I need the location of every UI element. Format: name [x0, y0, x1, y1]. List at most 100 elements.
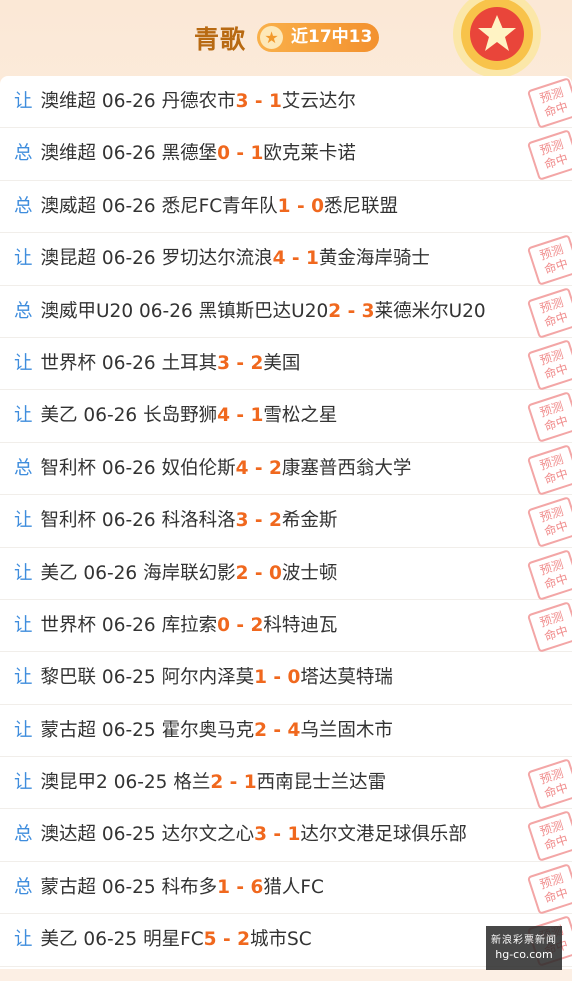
- match-home-team: 阿尔内泽莫: [161, 667, 255, 689]
- match-text: 让世界杯 06-26 库拉索0 - 2科特迪瓦: [14, 600, 337, 652]
- match-away-team: 美国: [263, 352, 301, 374]
- match-league: 澳达超: [40, 824, 97, 846]
- match-home-team: 霍尔奥马克: [161, 719, 255, 741]
- match-league: 美乙: [40, 405, 78, 427]
- match-league: 美乙: [40, 929, 78, 951]
- match-home-team: 罗切达尔流浪: [161, 248, 273, 270]
- match-text: 让美乙 06-25 明星FC5 - 2城市SC: [14, 914, 312, 966]
- match-date: 06-26: [101, 91, 156, 112]
- match-type: 让: [14, 929, 33, 951]
- match-row[interactable]: 总澳达超 06-25 达尔文之心3 - 1达尔文港足球俱乐部 预测 命中: [0, 809, 572, 863]
- match-row[interactable]: 让澳昆甲2 06-25 格兰2 - 1西南昆士兰达雷 预测 命中: [0, 757, 572, 810]
- match-home-team: 奴伯伦斯: [161, 457, 236, 479]
- match-type: 让: [14, 719, 33, 741]
- match-away-team: 黄金海岸骑士: [318, 248, 430, 270]
- match-row[interactable]: 总澳维超 06-26 黑德堡0 - 1欧克莱卡诺 预测 命中: [0, 128, 572, 182]
- match-list: 让澳维超 06-26 丹德农市3 - 1艾云达尔 预测 命中总澳维超 06-26 黑…: [0, 76, 572, 969]
- match-date: 06-25: [101, 876, 156, 898]
- prediction-hit-stamp: 预测命中: [526, 391, 572, 444]
- prediction-hit-stamp: 预测命中: [526, 234, 572, 286]
- match-score: 3 - 2: [235, 510, 282, 532]
- prediction-hit-stamp: 预测命中: [526, 443, 572, 496]
- match-away-team: 波士顿: [281, 562, 338, 584]
- match-date: 06-26: [139, 300, 193, 322]
- match-type: 让: [14, 562, 33, 584]
- prediction-hit-stamp: 预测命中: [526, 286, 572, 339]
- medal-star-icon: [453, 0, 541, 78]
- match-away-team: 欧克莱卡诺: [263, 143, 356, 165]
- match-away-team: 城市SC: [249, 929, 312, 951]
- match-row[interactable]: 让美乙 06-26 海岸联幻影2 - 0波士顿 预测 命中: [0, 548, 572, 601]
- match-league: 澳维超: [40, 91, 97, 112]
- match-date: 06-25: [101, 824, 156, 846]
- match-date: 06-26: [83, 405, 138, 427]
- record-badge-text: 近17中13: [291, 27, 373, 47]
- match-league: 澳威超: [40, 195, 97, 217]
- match-home-team: 科洛科洛: [161, 510, 236, 532]
- match-home-team: 库拉索: [161, 614, 218, 636]
- match-home-team: 科布多: [161, 876, 218, 898]
- match-away-team: 艾云达尔: [281, 91, 356, 112]
- match-row[interactable]: 让澳昆超 06-26 罗切达尔流浪4 - 1黄金海岸骑士 预测 命中: [0, 233, 572, 286]
- match-row[interactable]: 让澳维超 06-26 丹德农市3 - 1艾云达尔 预测 命中: [0, 76, 572, 129]
- match-away-team: 西南昆士兰达雷: [256, 772, 387, 794]
- match-score: 5 - 2: [203, 929, 250, 951]
- match-home-team: 长岛野狮: [143, 405, 218, 427]
- match-league: 蒙古超: [40, 876, 97, 898]
- match-date: 06-25: [101, 719, 156, 741]
- match-type: 让: [14, 352, 33, 374]
- match-home-team: 达尔文之心: [161, 824, 255, 846]
- match-type: 总: [14, 457, 33, 479]
- match-date: 06-26: [83, 562, 138, 584]
- match-league: 澳维超: [40, 143, 97, 165]
- match-row[interactable]: 让世界杯 06-26 土耳其3 - 2美国 预测 命中: [0, 338, 572, 391]
- match-away-team: 塔达莫特瑞: [300, 667, 393, 689]
- match-row[interactable]: 总澳威超 06-26 悉尼FC青年队1 - 0悉尼联盟: [0, 181, 572, 234]
- match-date: 06-26: [101, 248, 156, 270]
- match-type: 总: [14, 300, 33, 322]
- match-league: 世界杯: [40, 352, 97, 374]
- match-home-team: 明星FC: [143, 929, 204, 951]
- prediction-hit-stamp: 预测命中: [526, 601, 572, 653]
- match-date: 06-26: [101, 614, 156, 636]
- match-date: 06-26: [101, 352, 156, 374]
- match-text: 总澳维超 06-26 黑德堡0 - 1欧克莱卡诺: [14, 128, 356, 180]
- match-away-team: 悉尼联盟: [323, 195, 398, 217]
- match-text: 让澳昆甲2 06-25 格兰2 - 1西南昆士兰达雷: [14, 757, 386, 809]
- match-league: 黎巴联: [40, 667, 97, 689]
- star-icon: ★: [260, 26, 283, 49]
- match-row[interactable]: 让世界杯 06-26 库拉索0 - 2科特迪瓦 预测 命中: [0, 600, 572, 653]
- match-type: 总: [14, 824, 33, 846]
- match-home-team: 黑镇斯巴达U20: [198, 300, 329, 322]
- match-home-team: 海岸联幻影: [143, 562, 236, 584]
- match-score: 2 - 4: [254, 719, 301, 741]
- match-type: 让: [14, 91, 33, 112]
- match-text: 总澳威超 06-26 悉尼FC青年队1 - 0悉尼联盟: [14, 181, 398, 233]
- page-title: 青歌: [194, 25, 247, 54]
- match-score: 2 - 0: [235, 562, 282, 584]
- match-league: 蒙古超: [40, 719, 97, 741]
- prediction-hit-stamp: 预测命中: [526, 77, 572, 129]
- match-away-team: 乌兰固木市: [300, 719, 393, 741]
- match-row[interactable]: 让黎巴联 06-25 阿尔内泽莫1 - 0塔达莫特瑞: [0, 652, 572, 705]
- prediction-hit-stamp: 预测命中: [526, 548, 572, 601]
- match-type: 总: [14, 876, 33, 898]
- match-text: 总智利杯 06-26 奴伯伦斯4 - 2康塞普西翁大学: [14, 443, 411, 495]
- match-type: 让: [14, 248, 33, 270]
- match-score: 1 - 6: [217, 876, 264, 898]
- match-row[interactable]: 总澳威甲U20 06-26 黑镇斯巴达U202 - 3莱德米尔U20 预测 命中: [0, 286, 572, 339]
- match-score: 1 - 0: [254, 667, 301, 689]
- match-row[interactable]: 让美乙 06-26 长岛野狮4 - 1雪松之星 预测 命中: [0, 390, 572, 444]
- match-row[interactable]: 总智利杯 06-26 奴伯伦斯4 - 2康塞普西翁大学 预测 命中: [0, 443, 572, 496]
- match-row[interactable]: 让蒙古超 06-25 霍尔奥马克2 - 4乌兰固木市: [0, 705, 572, 758]
- match-score: 4 - 2: [235, 457, 282, 479]
- match-home-team: 丹德农市: [161, 91, 236, 112]
- match-score: 3 - 1: [254, 824, 301, 846]
- match-home-team: 黑德堡: [161, 143, 218, 165]
- match-away-team: 猎人FC: [263, 876, 324, 898]
- match-date: 06-26: [101, 143, 156, 165]
- prediction-hit-stamp: 预测命中: [526, 129, 572, 182]
- match-row[interactable]: 总蒙古超 06-25 科布多1 - 6猎人FC 预测 命中: [0, 862, 572, 915]
- match-score: 0 - 2: [217, 614, 264, 636]
- match-row[interactable]: 让智利杯 06-26 科洛科洛3 - 2希金斯 预测 命中: [0, 495, 572, 548]
